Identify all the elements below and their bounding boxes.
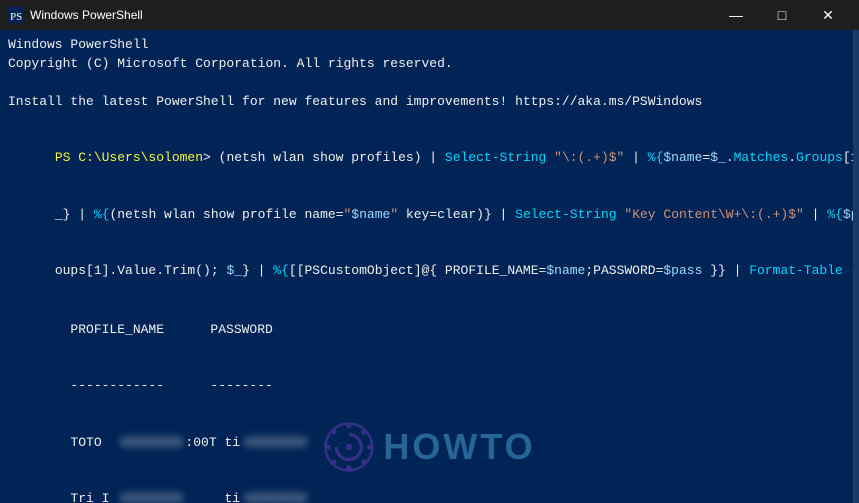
col-password-header: PASSWORD	[210, 322, 272, 337]
col-profile-sep: ------------	[70, 377, 210, 396]
maximize-button[interactable]: □	[759, 0, 805, 30]
row1-profile-start: TOTO	[70, 434, 120, 453]
prompt1: PS C:\Users\solomen	[55, 150, 203, 165]
powershell-icon: PS	[8, 7, 24, 23]
table-separator-row: ------------ --------	[8, 358, 851, 415]
watermark-logo-icon	[323, 422, 373, 472]
row2-profile-blurred: XXXXXXXX	[120, 490, 185, 503]
title-bar-controls: — □ ✕	[713, 0, 851, 30]
row2-profile-start: Tri I	[70, 490, 120, 503]
row1-profile-blurred: XXXXXXXX	[120, 434, 185, 453]
console-line-header1: Windows PowerShell	[8, 36, 851, 55]
row2-pass-blurred: XXXXXXXX	[244, 490, 306, 503]
powershell-window: PS Windows PowerShell — □ ✕ Windows Powe…	[0, 0, 859, 503]
console-line-install: Install the latest PowerShell for new fe…	[8, 93, 851, 112]
window-title: Windows PowerShell	[30, 8, 143, 22]
console-line-header2: Copyright (C) Microsoft Corporation. All…	[8, 55, 851, 74]
console-command-line: PS C:\Users\solomen> (netsh wlan show pr…	[8, 130, 851, 187]
title-bar: PS Windows PowerShell — □ ✕	[0, 0, 859, 30]
row2-pass-start: ti	[224, 490, 244, 503]
row1-pass-start: ti	[224, 434, 244, 453]
regex1: "\:(.+)$"	[554, 150, 624, 165]
row1-profile-suffix: :00T	[185, 434, 224, 453]
minimize-button[interactable]: —	[713, 0, 759, 30]
scrollbar[interactable]	[853, 30, 859, 503]
svg-text:PS: PS	[10, 11, 22, 23]
table-header-row: PROFILE_NAME PASSWORD	[8, 302, 851, 359]
watermark-label: HOWTO	[383, 421, 535, 473]
close-button[interactable]: ✕	[805, 0, 851, 30]
console-line-blank2	[8, 111, 851, 130]
row1-pass-blurred: XXXXXXXX	[244, 434, 306, 453]
title-bar-left: PS Windows PowerShell	[8, 7, 143, 23]
console-command-line2: _} | %{(netsh wlan show profile name="$n…	[8, 187, 851, 244]
console-command-line3: oups[1].Value.Trim(); $_} | %{[[PSCustom…	[8, 243, 851, 300]
col-profile-header: PROFILE_NAME	[70, 321, 210, 340]
table-data-row-2: Tri IXXXXXXXX tiXXXXXXXX	[8, 471, 851, 503]
col-password-sep: --------	[210, 378, 272, 393]
console-area[interactable]: Windows PowerShell Copyright (C) Microso…	[0, 30, 859, 503]
watermark: HOWTO	[323, 421, 535, 473]
select-string1: Select-String	[445, 150, 546, 165]
row2-profile-suffix	[185, 490, 224, 503]
console-line-blank1	[8, 74, 851, 93]
